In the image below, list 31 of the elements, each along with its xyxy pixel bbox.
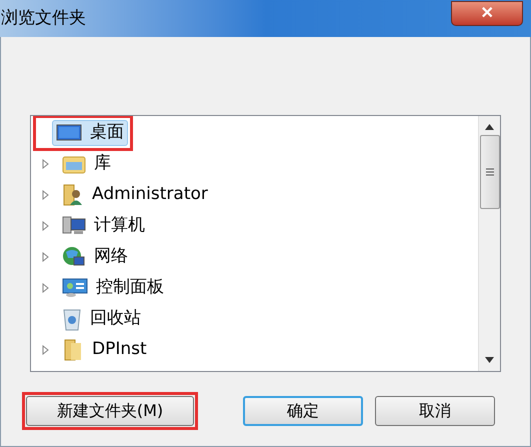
expand-arrow-icon[interactable]	[42, 345, 48, 355]
user-folder-icon	[62, 184, 84, 206]
tree-item[interactable]: 回收站	[58, 306, 145, 332]
monitor-icon	[56, 124, 82, 142]
expand-arrow-icon[interactable]	[42, 159, 48, 169]
library-icon	[62, 154, 86, 174]
tree-item[interactable]: DPInst	[58, 337, 151, 363]
expand-arrow-icon[interactable]	[42, 283, 48, 293]
control-panel-icon	[62, 278, 88, 298]
scroll-up-icon[interactable]	[485, 124, 494, 130]
expand-arrow-icon[interactable]	[42, 252, 48, 262]
computer-icon	[62, 216, 86, 236]
tree-item[interactable]: Administrator	[58, 182, 212, 208]
window-title: 浏览文件夹	[0, 6, 86, 30]
tree-item[interactable]: 网络	[58, 244, 132, 270]
expand-arrow-icon[interactable]	[42, 190, 48, 200]
scroll-down-icon[interactable]	[485, 357, 494, 363]
recycle-bin-icon	[62, 307, 82, 331]
grip-icon	[486, 168, 494, 176]
ok-button[interactable]: 确定	[243, 396, 363, 426]
tree-item[interactable]: 库	[58, 151, 115, 177]
globe-icon	[62, 246, 86, 268]
tree-item[interactable]: 控制面板	[58, 275, 168, 301]
expand-arrow-icon[interactable]	[42, 221, 48, 231]
tree-item[interactable]: 桌面	[52, 120, 128, 146]
tree-item[interactable]: 计算机	[58, 213, 149, 239]
scroll-thumb[interactable]	[480, 135, 500, 209]
cancel-button[interactable]: 取消	[375, 396, 495, 426]
scrollbar[interactable]	[478, 116, 500, 371]
new-folder-button[interactable]: 新建文件夹(M)	[26, 396, 194, 426]
folder-icon	[62, 339, 84, 361]
